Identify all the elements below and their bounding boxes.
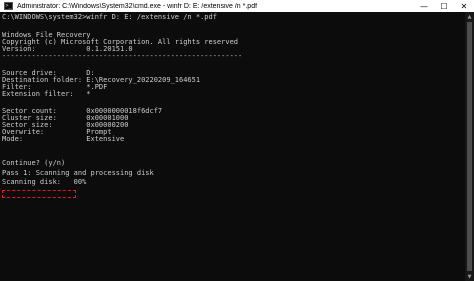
console-output[interactable]: C:\WINDOWS\system32>winfr D: E: /extensi…: [0, 12, 465, 281]
maximize-button[interactable]: ☐: [434, 0, 454, 12]
title-bar[interactable]: >_ Administrator: C:\Windows\System32\cm…: [0, 0, 474, 12]
console-line: Mode: Extensive: [2, 135, 125, 143]
scroll-up-icon[interactable]: ▲: [465, 12, 474, 21]
window-title: Administrator: C:\Windows\System32\cmd.e…: [17, 2, 258, 10]
console-separator: ----------------------------------------…: [2, 52, 243, 60]
console-line: Extension filter: *: [2, 90, 91, 98]
console-line: Pass 1: Scanning and processing disk: [2, 169, 154, 177]
cmd-icon: >_: [4, 2, 13, 10]
scroll-down-icon[interactable]: ▼: [465, 272, 474, 281]
vertical-scrollbar[interactable]: ▲ ▼: [465, 12, 474, 281]
console-line: C:\WINDOWS\system32>winfr D: E: /extensi…: [2, 13, 217, 21]
minimize-button[interactable]: —: [414, 0, 434, 12]
window-controls: — ☐ ✕: [414, 0, 474, 12]
close-button[interactable]: ✕: [454, 0, 474, 12]
scroll-thumb[interactable]: [467, 22, 472, 271]
scan-progress-line: Scanning disk: 00%: [2, 178, 87, 186]
console-line: Continue? (y/n): [2, 159, 66, 167]
progress-highlight: [2, 190, 76, 198]
